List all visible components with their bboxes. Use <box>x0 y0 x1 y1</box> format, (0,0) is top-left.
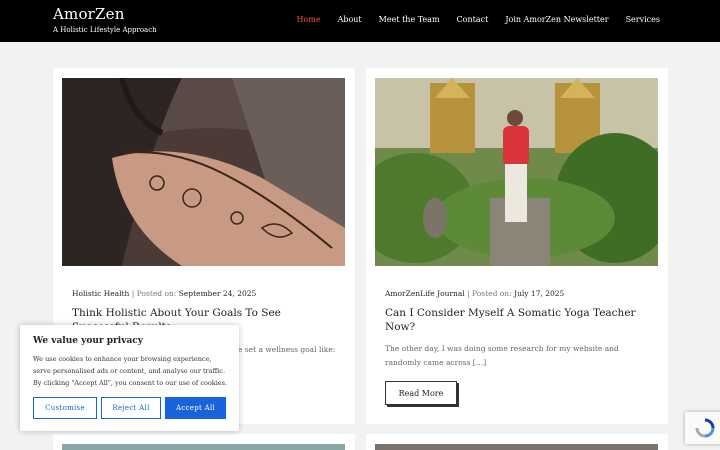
nav-about[interactable]: About <box>338 15 362 24</box>
accept-all-button[interactable]: Accept All <box>165 397 226 419</box>
temple-garden-photo-icon <box>375 78 658 266</box>
post-title[interactable]: Can I Consider Myself A Somatic Yoga Tea… <box>385 306 653 334</box>
site-tagline: A Holistic Lifestyle Approach <box>53 26 157 34</box>
post-excerpt: e set a wellness goal like: <box>238 345 336 354</box>
main-nav: Home About Meet the Team Contact Join Am… <box>296 15 660 24</box>
post-card <box>366 434 668 450</box>
cookie-consent-banner: We value your privacy We use cookies to … <box>20 325 239 431</box>
post-date[interactable]: July 17, 2025 <box>514 289 564 298</box>
nav-services[interactable]: Services <box>626 15 660 24</box>
recaptcha-icon <box>695 418 715 438</box>
post-category[interactable]: AmorZenLife Journal <box>385 289 465 298</box>
recaptcha-badge[interactable] <box>685 412 720 444</box>
site-title[interactable]: AmorZen <box>53 5 125 23</box>
post-category[interactable]: Holistic Health <box>72 289 129 298</box>
nav-newsletter[interactable]: Join AmorZen Newsletter <box>505 15 608 24</box>
cookie-title: We value your privacy <box>33 336 143 346</box>
post-meta: Holistic Health | Posted on: September 2… <box>72 289 257 298</box>
post-thumbnail[interactable] <box>375 78 658 266</box>
posted-on-label: Posted on: <box>136 289 177 298</box>
post-date[interactable]: September 24, 2025 <box>179 289 257 298</box>
site-header: AmorZen A Holistic Lifestyle Approach Ho… <box>0 0 720 42</box>
nav-meet-the-team[interactable]: Meet the Team <box>379 15 440 24</box>
nav-home[interactable]: Home <box>296 15 320 24</box>
reject-all-button[interactable]: Reject All <box>101 397 161 419</box>
customise-button[interactable]: Customise <box>33 397 97 419</box>
read-more-button[interactable]: Read More <box>385 381 457 405</box>
cookie-text: We use cookies to enhance your browsing … <box>33 355 228 387</box>
post-thumbnail[interactable] <box>62 444 345 450</box>
post-meta: AmorZenLife Journal | Posted on: July 17… <box>385 289 565 298</box>
henna-hand-photo-icon <box>62 78 345 266</box>
nav-contact[interactable]: Contact <box>457 15 489 24</box>
post-card: AmorZenLife Journal | Posted on: July 17… <box>366 68 668 424</box>
posted-on-label: Posted on: <box>472 289 512 298</box>
post-card <box>53 434 355 450</box>
post-thumbnail[interactable] <box>375 444 658 450</box>
post-thumbnail[interactable] <box>62 78 345 266</box>
post-excerpt: The other day, I was doing some research… <box>385 344 619 367</box>
